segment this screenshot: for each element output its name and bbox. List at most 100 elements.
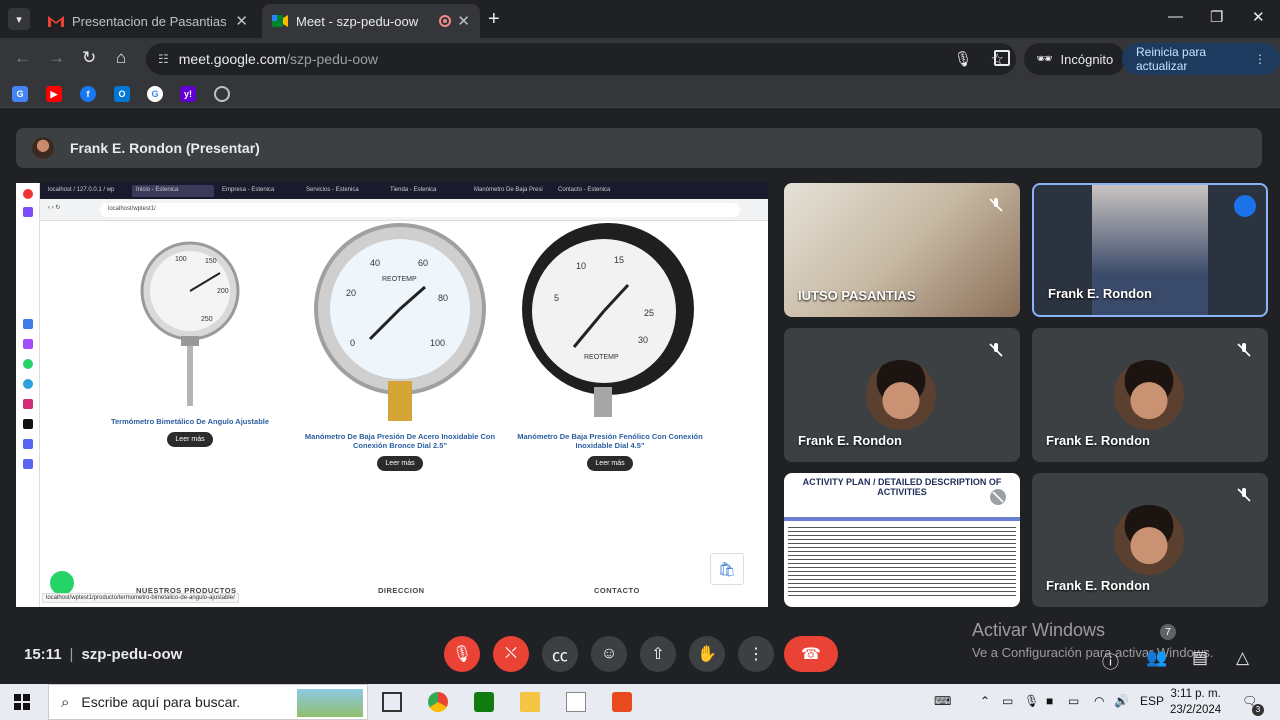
speaker-icon[interactable]: 🔊	[1114, 694, 1129, 708]
shared-tab: Tienda - Estenica	[390, 187, 437, 193]
svg-text:30: 30	[638, 335, 648, 345]
facebook-icon[interactable]: f	[80, 86, 96, 102]
incognito-label: Incógnito	[1060, 51, 1114, 67]
update-button[interactable]: Reinicia para actualizar ⋮	[1122, 43, 1280, 75]
meeting-code: szp-pedu-oow	[81, 646, 183, 663]
shared-tab: localhost / 127.0.0.1 / wp	[48, 187, 115, 193]
close-icon[interactable]: ✕	[235, 12, 248, 30]
meet-tray-icon[interactable]: ▭	[1002, 694, 1013, 708]
shop-page: 100 150 200 250 Termómetro Bimetálico De A…	[40, 221, 768, 607]
globe-icon[interactable]	[214, 86, 230, 102]
task-view-icon[interactable]	[382, 692, 402, 712]
calculator-icon[interactable]	[474, 692, 494, 712]
more-options-button[interactable]: ⋮	[738, 636, 774, 672]
address-bar[interactable]: ☷ meet.google.com/szp-pedu-oow 🎙 ☆	[146, 43, 1016, 75]
info-icon[interactable]: ⓘ	[1102, 648, 1119, 673]
microphone-icon[interactable]: 🎙	[1024, 694, 1039, 708]
back-icon[interactable]: ←	[14, 48, 31, 68]
outlook-icon[interactable]: O	[114, 86, 130, 102]
svg-text:5: 5	[554, 293, 559, 303]
shared-address-bar: ‹ › ↻ localhost/wptest1/	[40, 199, 768, 221]
wifi-icon[interactable]: ◠	[1094, 694, 1104, 708]
microphone-icon[interactable]: 🎙	[954, 50, 973, 68]
product-name: Termómetro Bimetálico De Angulo Ajustabl…	[110, 417, 270, 426]
telegram-icon	[23, 379, 33, 389]
taskbar-clock[interactable]: 3:11 p. m. 23/2/2024	[1170, 686, 1221, 718]
activities-icon[interactable]: △	[1236, 648, 1249, 668]
cart-icon[interactable]: 🛍	[710, 553, 744, 585]
meet-icon	[272, 15, 288, 27]
messenger-icon	[23, 339, 33, 349]
product-name: Manómetro De Baja Presión Fenólico Con C…	[517, 432, 703, 450]
participant-tile[interactable]: IUTSO PASANTIAS	[784, 183, 1020, 317]
leave-call-button[interactable]: ☎	[784, 636, 838, 672]
participant-tile[interactable]: Frank E. Rondon	[1032, 473, 1268, 607]
google-icon[interactable]: G	[147, 86, 163, 102]
shared-screen[interactable]: localhost / 127.0.0.1 / wp Inicio - Este…	[16, 183, 768, 607]
participant-tile[interactable]: Frank E. Rondon	[1032, 328, 1268, 462]
mic-off-icon	[989, 343, 1003, 357]
youtube-icon[interactable]: ▶	[46, 86, 62, 102]
tab-meet[interactable]: Meet - szp-pedu-oow ✕	[262, 4, 480, 38]
restore-icon[interactable]: ❐	[1210, 8, 1223, 26]
avatar	[1114, 360, 1184, 430]
read-more-button[interactable]: Leer más	[377, 456, 423, 471]
tab-title: Presentacion de Pasantias 2023	[72, 13, 229, 29]
translate-icon[interactable]: G	[12, 86, 28, 102]
battery-icon[interactable]: ▭	[1068, 694, 1079, 708]
chat-icon[interactable]: ▤	[1192, 648, 1208, 668]
participant-name: IUTSO PASANTIAS	[798, 288, 916, 303]
file-explorer-icon[interactable]	[520, 692, 540, 712]
present-button[interactable]: ⇧	[640, 636, 676, 672]
camera-off-button[interactable]: ⛌	[493, 636, 529, 672]
raise-hand-button[interactable]: ✋	[689, 636, 725, 672]
incognito-badge[interactable]: 🕶 Incógnito	[1024, 43, 1126, 75]
yahoo-icon[interactable]: y!	[180, 86, 196, 102]
notepad-icon[interactable]	[566, 692, 586, 712]
participant-tile[interactable]: Frank E. Rondon	[784, 328, 1020, 462]
tab-search-button[interactable]: ▾	[8, 8, 30, 30]
tab-gmail[interactable]: Presentacion de Pasantias 2023 ✕	[38, 4, 258, 38]
home-icon[interactable]: ⌂	[116, 48, 126, 68]
whatsapp-icon[interactable]	[50, 571, 74, 595]
emoji-button[interactable]: ☺	[591, 636, 627, 672]
read-more-button[interactable]: Leer más	[587, 456, 633, 471]
shared-tab: Empresa - Estenica	[222, 187, 275, 193]
participant-tile[interactable]: Frank E. Rondon	[1032, 183, 1268, 317]
svg-text:15: 15	[614, 255, 624, 265]
shared-tab: Servicios - Estenica	[306, 187, 359, 193]
svg-text:10: 10	[576, 261, 586, 271]
minimize-icon[interactable]: —	[1168, 8, 1183, 25]
svg-text:60: 60	[418, 258, 428, 268]
participant-name: Frank E. Rondon	[1048, 286, 1152, 301]
chrome-icon[interactable]	[428, 692, 448, 712]
windows-start-icon[interactable]	[14, 694, 30, 710]
captions-button[interactable]: ㏄	[542, 636, 578, 672]
side-panel-icon[interactable]	[994, 50, 1010, 66]
microphone-off-button[interactable]: 🎙	[444, 636, 480, 672]
clock-date: 23/2/2024	[1170, 704, 1222, 716]
forward-icon[interactable]: →	[48, 48, 65, 68]
read-more-button[interactable]: Leer más	[167, 432, 213, 447]
language-indicator[interactable]: ESP	[1140, 694, 1164, 708]
close-icon[interactable]: ✕	[457, 12, 470, 30]
keyboard-icon[interactable]: ⌨	[934, 694, 951, 708]
reload-icon[interactable]: ↻	[82, 48, 96, 68]
presenter-label: Frank E. Rondon (Presentar)	[70, 140, 260, 156]
app-icon[interactable]	[612, 692, 632, 712]
camera-icon[interactable]: ■	[1046, 694, 1053, 708]
activate-subtitle: Ve a Configuración para activar Windows.	[972, 645, 1214, 660]
people-icon[interactable]: 👥	[1146, 648, 1167, 668]
product-name: Manómetro De Baja Presión De Acero Inoxi…	[304, 432, 496, 450]
chevron-up-icon[interactable]: ⌃	[980, 694, 990, 708]
site-settings-icon[interactable]: ☷	[158, 52, 169, 66]
new-tab-button[interactable]: +	[488, 8, 500, 31]
taskbar-search-input[interactable]: ⌕ Escribe aquí para buscar.	[48, 684, 368, 720]
svg-text:REOTEMP: REOTEMP	[584, 354, 619, 361]
window-close-icon[interactable]: ✕	[1252, 8, 1265, 26]
meeting-time: 15:11	[24, 646, 62, 663]
svg-text:REOTEMP: REOTEMP	[382, 276, 417, 283]
url-text: meet.google.com/szp-pedu-oow	[178, 51, 378, 67]
clock-time: 3:11 p. m.	[1170, 688, 1221, 700]
presentation-tile[interactable]: ACTIVITY PLAN / DETAILED DESCRIPTION OF …	[784, 473, 1020, 607]
